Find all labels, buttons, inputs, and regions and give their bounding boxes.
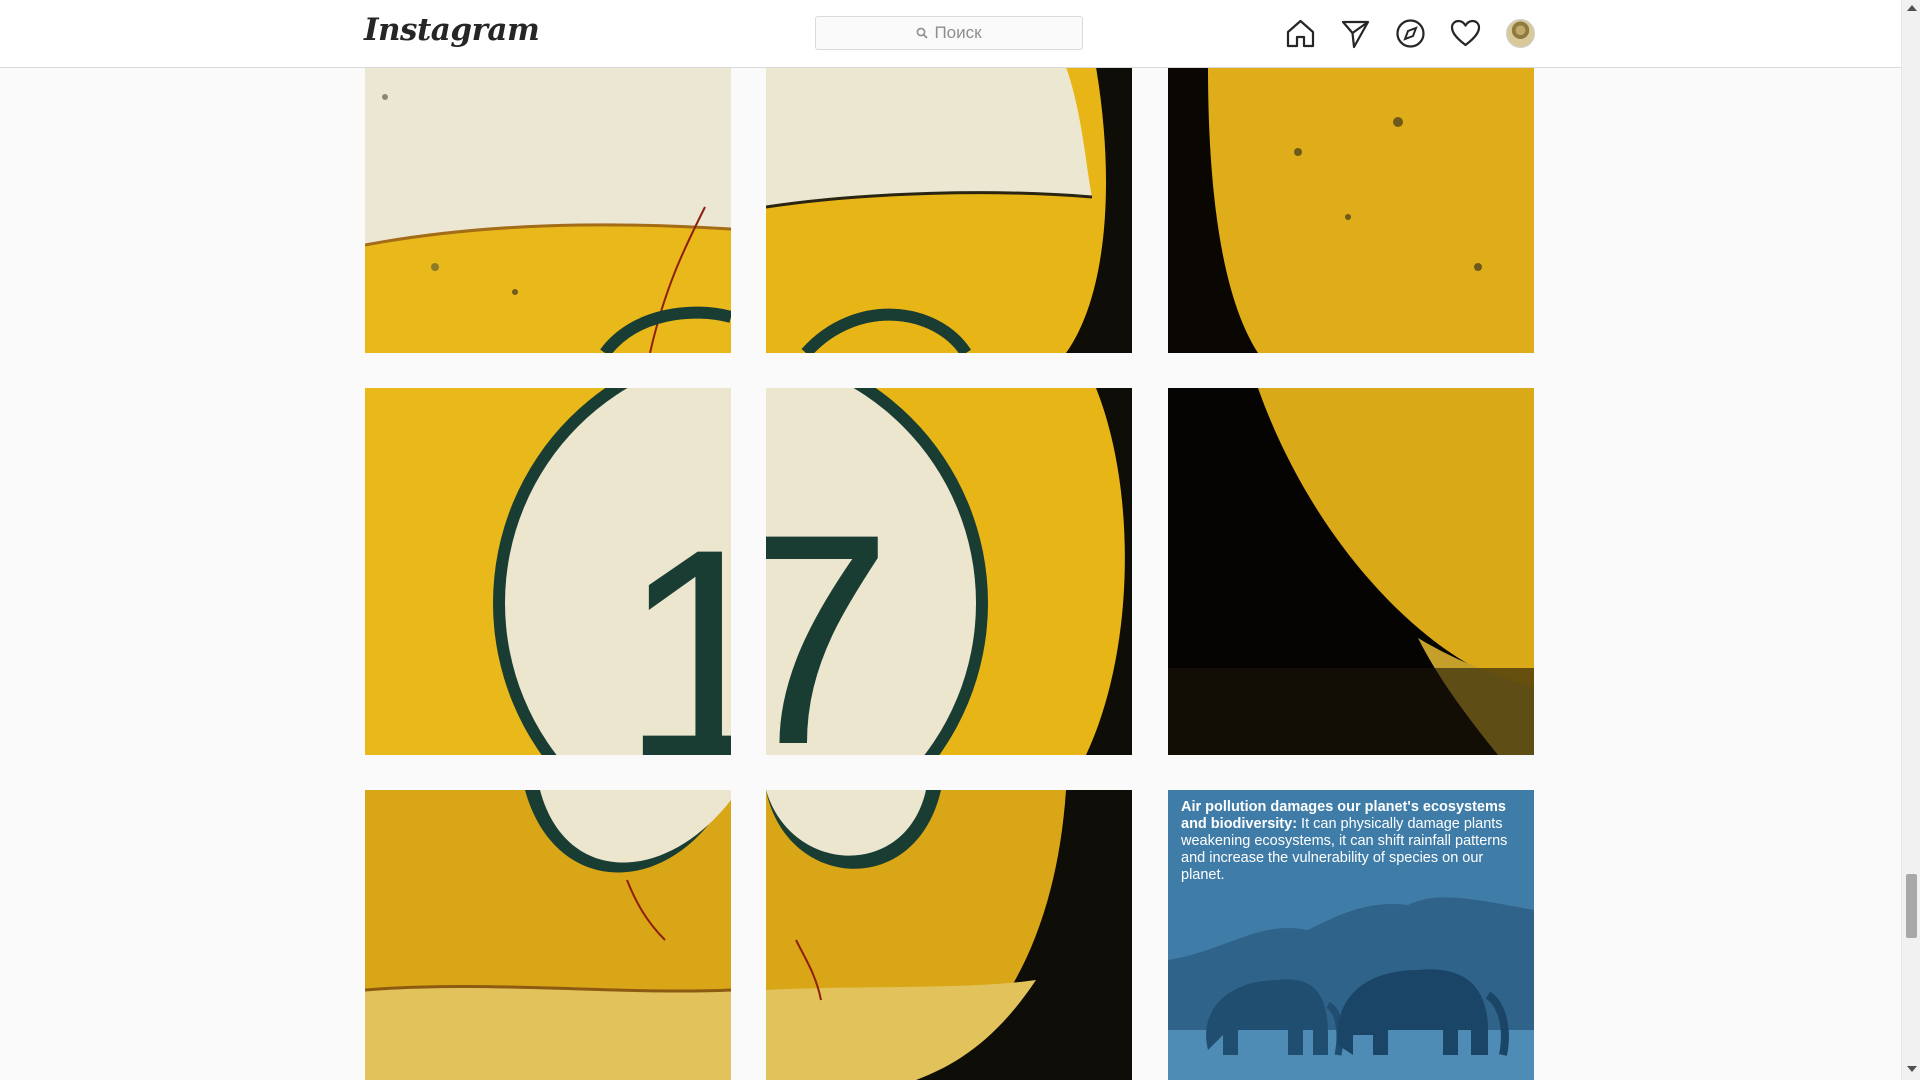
instagram-logo[interactable]: Instagram xyxy=(364,12,540,48)
post-image xyxy=(1168,67,1534,353)
search-icon xyxy=(917,27,929,39)
scroll-thumb[interactable] xyxy=(1906,874,1917,938)
scroll-up-arrow-icon[interactable] xyxy=(1907,5,1917,11)
grid-post-5[interactable]: 7 xyxy=(766,388,1132,755)
page-scrollbar[interactable] xyxy=(1901,0,1920,1080)
explore-icon xyxy=(1396,19,1425,48)
top-navigation-bar: Instagram Поиск xyxy=(0,0,1901,68)
grid-post-9[interactable]: Air pollution damages our planet's ecosy… xyxy=(1168,790,1534,1080)
grid-post-2[interactable] xyxy=(766,67,1132,353)
explore-button[interactable] xyxy=(1395,18,1426,49)
ball-number-left: 1 xyxy=(620,486,731,755)
post-image: 7 xyxy=(766,388,1132,755)
grid-post-3[interactable] xyxy=(1168,67,1534,353)
search-input[interactable]: Поиск xyxy=(815,16,1083,50)
home-button[interactable] xyxy=(1285,18,1316,49)
ball-number-right: 7 xyxy=(766,471,893,755)
direct-icon xyxy=(1341,20,1370,49)
scroll-down-arrow-icon[interactable] xyxy=(1907,1066,1917,1072)
grid-post-1[interactable] xyxy=(365,67,731,353)
activity-button[interactable] xyxy=(1450,18,1481,49)
home-icon xyxy=(1286,19,1315,48)
grid-post-7[interactable] xyxy=(365,790,731,1080)
post-image: 1 xyxy=(365,388,731,755)
post-image xyxy=(766,790,1132,1080)
search-placeholder: Поиск xyxy=(934,23,982,42)
grid-post-4[interactable]: 1 xyxy=(365,388,731,755)
post-image xyxy=(1168,388,1534,755)
direct-messages-button[interactable] xyxy=(1340,18,1371,49)
post-image xyxy=(365,790,731,1080)
grid-post-8[interactable] xyxy=(766,790,1132,1080)
grid-post-6[interactable] xyxy=(1168,388,1534,755)
post-image xyxy=(365,67,731,353)
profile-avatar[interactable] xyxy=(1506,19,1535,48)
post-caption-overlay: Air pollution damages our planet's ecosy… xyxy=(1181,799,1521,884)
activity-heart-icon xyxy=(1450,19,1481,47)
post-image xyxy=(766,67,1132,353)
